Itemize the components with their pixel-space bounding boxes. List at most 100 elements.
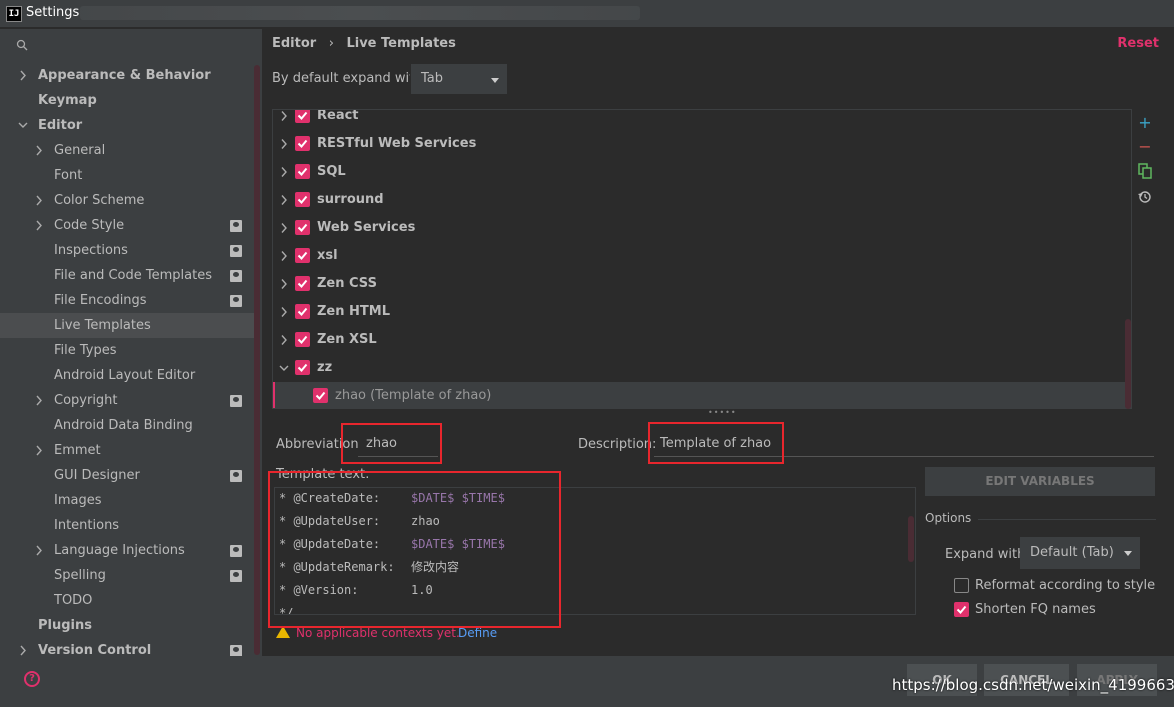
chevron-down-icon[interactable] <box>18 113 28 138</box>
chevron-down-icon[interactable] <box>279 354 289 382</box>
sidebar-item-images[interactable]: Images <box>0 488 255 513</box>
template-group-restful-web-services[interactable]: RESTful Web Services <box>273 130 1131 158</box>
chevron-right-icon[interactable] <box>279 298 289 326</box>
splitter-handle[interactable]: ••••• <box>708 409 736 417</box>
group-enabled-checkbox[interactable] <box>295 360 310 375</box>
sidebar-item-language-injections[interactable]: Language Injections <box>0 538 255 563</box>
group-enabled-checkbox[interactable] <box>295 192 310 207</box>
sidebar-item-appearance-behavior[interactable]: Appearance & Behavior <box>0 63 255 88</box>
chevron-right-icon[interactable] <box>279 242 289 270</box>
title-path-blurred <box>80 6 640 20</box>
watermark-text: https://blog.csdn.net/weixin_41996632 <box>892 676 1174 694</box>
template-group-sql[interactable]: SQL <box>273 158 1131 186</box>
restore-icon[interactable] <box>1135 189 1155 209</box>
sidebar-item-android-layout-editor[interactable]: Android Layout Editor <box>0 363 255 388</box>
template-group-label: Zen HTML <box>317 304 390 319</box>
template-group-label: zz <box>317 360 333 375</box>
sidebar-item-copyright[interactable]: Copyright <box>0 388 255 413</box>
template-group-zen-css[interactable]: Zen CSS <box>273 270 1131 298</box>
check-icon <box>297 195 308 204</box>
sidebar-item-label: Keymap <box>38 93 97 108</box>
sidebar-item-file-and-code-templates[interactable]: File and Code Templates <box>0 263 255 288</box>
template-group-zz[interactable]: zz <box>273 354 1131 382</box>
sidebar-scrollbar[interactable] <box>254 65 260 655</box>
abbreviation-highlight-box <box>341 423 442 464</box>
project-scope-icon <box>230 570 242 582</box>
check-icon <box>297 279 308 288</box>
template-group-zen-xsl[interactable]: Zen XSL <box>273 326 1131 354</box>
add-icon[interactable]: + <box>1135 113 1155 133</box>
group-enabled-checkbox[interactable] <box>295 276 310 291</box>
group-enabled-checkbox[interactable] <box>295 248 310 263</box>
sidebar-item-emmet[interactable]: Emmet <box>0 438 255 463</box>
sidebar-item-label: Appearance & Behavior <box>38 68 211 83</box>
search-input[interactable] <box>8 35 254 57</box>
sidebar-item-label: Android Layout Editor <box>54 368 196 383</box>
sidebar-item-label: Inspections <box>54 243 128 258</box>
sidebar-item-color-scheme[interactable]: Color Scheme <box>0 188 255 213</box>
chevron-right-icon[interactable] <box>279 186 289 214</box>
sidebar-item-keymap[interactable]: Keymap <box>0 88 255 113</box>
chevron-right-icon[interactable] <box>34 188 44 213</box>
sidebar-item-todo[interactable]: TODO <box>0 588 255 613</box>
chevron-right-icon[interactable] <box>34 138 44 163</box>
group-enabled-checkbox[interactable] <box>295 304 310 319</box>
template-group-zen-html[interactable]: Zen HTML <box>273 298 1131 326</box>
chevron-right-icon[interactable] <box>279 326 289 354</box>
chevron-right-icon[interactable] <box>279 214 289 242</box>
group-enabled-checkbox[interactable] <box>295 110 310 123</box>
expand-with-select[interactable]: Tab <box>410 63 508 95</box>
project-scope-icon <box>230 220 242 232</box>
template-group-web-services[interactable]: Web Services <box>273 214 1131 242</box>
chevron-right-icon[interactable] <box>279 109 289 130</box>
group-enabled-checkbox[interactable] <box>295 164 310 179</box>
chevron-right-icon[interactable] <box>279 270 289 298</box>
sidebar-item-plugins[interactable]: Plugins <box>0 613 255 638</box>
sidebar-item-gui-designer[interactable]: GUI Designer <box>0 463 255 488</box>
template-item-zhao[interactable]: zhao (Template of zhao) <box>273 382 1131 408</box>
sidebar-item-live-templates[interactable]: Live Templates <box>0 313 255 338</box>
help-icon[interactable]: ? <box>24 671 40 687</box>
sidebar-item-general[interactable]: General <box>0 138 255 163</box>
group-enabled-checkbox[interactable] <box>295 220 310 235</box>
shorten-checkbox[interactable] <box>954 602 969 617</box>
template-group-react[interactable]: React <box>273 109 1131 130</box>
copy-icon[interactable] <box>1135 163 1155 183</box>
sidebar-item-file-types[interactable]: File Types <box>0 338 255 363</box>
template-expand-with-select[interactable]: Default (Tab) <box>1020 537 1140 569</box>
check-icon <box>297 251 308 260</box>
sidebar-item-android-data-binding[interactable]: Android Data Binding <box>0 413 255 438</box>
template-group-surround[interactable]: surround <box>273 186 1131 214</box>
chevron-right-icon[interactable] <box>279 158 289 186</box>
chevron-right-icon[interactable] <box>34 538 44 563</box>
intellij-logo-icon: IJ <box>6 6 22 22</box>
sidebar-item-inspections[interactable]: Inspections <box>0 238 255 263</box>
sidebar-item-editor[interactable]: Editor <box>0 113 255 138</box>
chevron-right-icon[interactable] <box>34 388 44 413</box>
editor-scrollbar[interactable] <box>908 516 914 562</box>
group-enabled-checkbox[interactable] <box>295 332 310 347</box>
breadcrumb-editor[interactable]: Editor <box>272 36 316 51</box>
sidebar-item-code-style[interactable]: Code Style <box>0 213 255 238</box>
chevron-right-icon[interactable] <box>34 213 44 238</box>
chevron-right-icon[interactable] <box>279 130 289 158</box>
template-group-label: xsl <box>317 248 338 263</box>
sidebar-item-font[interactable]: Font <box>0 163 255 188</box>
list-scrollbar[interactable] <box>1125 319 1131 409</box>
remove-icon[interactable]: − <box>1135 137 1155 157</box>
edit-variables-button[interactable]: EDIT VARIABLES <box>925 467 1155 496</box>
chevron-right-icon[interactable] <box>18 63 28 88</box>
chevron-right-icon[interactable] <box>34 438 44 463</box>
sidebar-item-file-encodings[interactable]: File Encodings <box>0 288 255 313</box>
group-enabled-checkbox[interactable] <box>295 136 310 151</box>
template-group-xsl[interactable]: xsl <box>273 242 1131 270</box>
check-icon <box>297 307 308 316</box>
sidebar-item-intentions[interactable]: Intentions <box>0 513 255 538</box>
window-title: Settings <box>26 5 80 20</box>
description-label: Description: <box>578 437 657 452</box>
sidebar-item-spelling[interactable]: Spelling <box>0 563 255 588</box>
reset-link[interactable]: Reset <box>1117 36 1159 51</box>
reformat-checkbox[interactable] <box>954 578 969 593</box>
template-enabled-checkbox[interactable] <box>313 388 328 403</box>
project-scope-icon <box>230 470 242 482</box>
